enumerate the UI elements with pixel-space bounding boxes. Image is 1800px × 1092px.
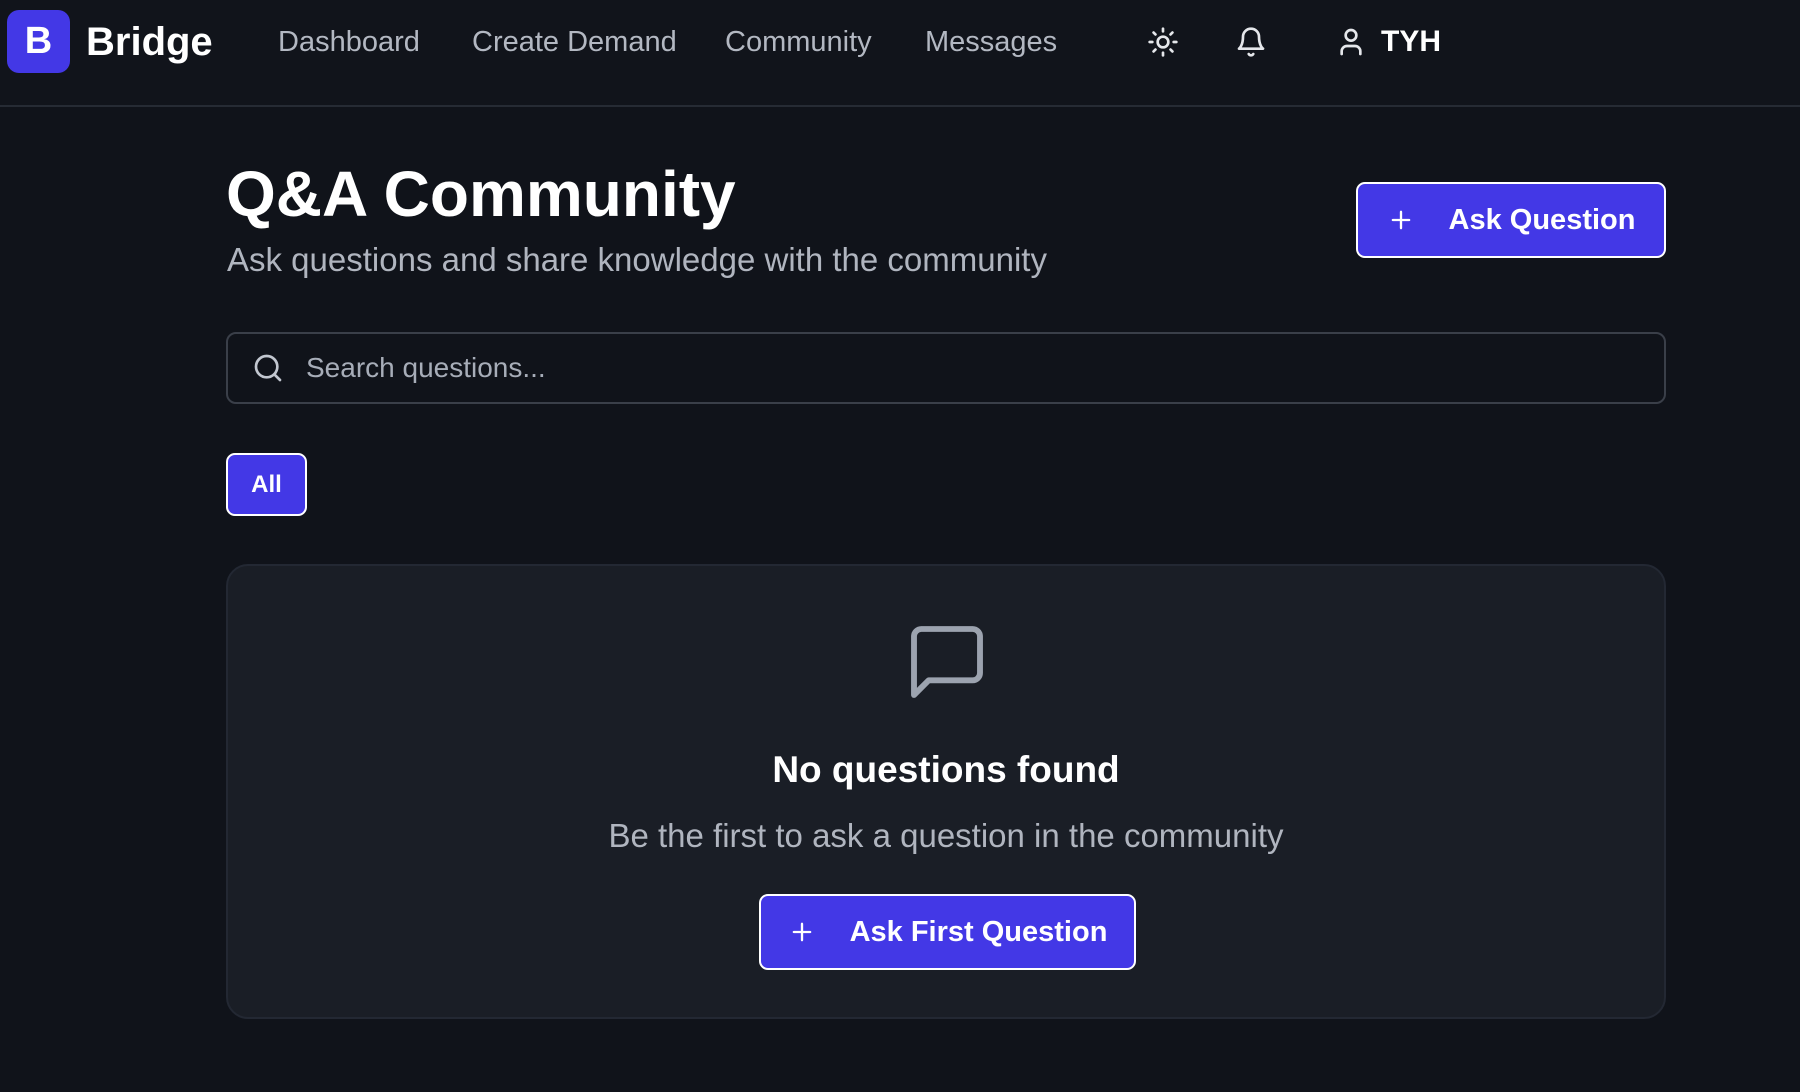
empty-state-card: No questions found Be the first to ask a…: [226, 564, 1666, 1019]
ask-first-question-label: Ask First Question: [849, 915, 1108, 948]
ask-question-label: Ask Question: [1448, 203, 1636, 236]
ask-first-question-button[interactable]: Ask First Question: [759, 894, 1136, 970]
filter-all[interactable]: All: [226, 453, 307, 516]
search-bar: [226, 332, 1666, 404]
nav-community[interactable]: Community: [725, 25, 872, 59]
theme-toggle-button[interactable]: [1143, 22, 1183, 62]
message-square-icon: [911, 626, 983, 698]
user-name: TYH: [1381, 25, 1441, 58]
notifications-button[interactable]: [1231, 22, 1271, 62]
bell-icon: [1237, 27, 1265, 57]
logo-letter: B: [24, 20, 53, 62]
nav-messages[interactable]: Messages: [925, 25, 1057, 59]
plus-icon: [788, 918, 816, 946]
top-navigation-bar: B Bridge Dashboard Create Demand Communi…: [0, 0, 1800, 107]
logo[interactable]: B: [7, 10, 70, 73]
nav-dashboard[interactable]: Dashboard: [278, 25, 420, 59]
ask-question-button[interactable]: Ask Question: [1356, 182, 1666, 258]
page-subtitle: Ask questions and share knowledge with t…: [227, 241, 1047, 278]
brand-name[interactable]: Bridge: [86, 19, 213, 65]
empty-state-message: Be the first to ask a question in the co…: [608, 817, 1284, 854]
nav-create-demand[interactable]: Create Demand: [472, 25, 677, 59]
search-icon: [252, 352, 284, 384]
filter-all-label: All: [251, 470, 282, 498]
user-menu[interactable]: TYH: [1335, 20, 1441, 64]
sun-icon: [1148, 27, 1178, 57]
user-icon: [1340, 28, 1362, 56]
plus-icon: [1387, 206, 1415, 234]
search-input[interactable]: [306, 338, 1664, 398]
page-title: Q&A Community: [226, 158, 736, 230]
empty-state-title: No questions found: [772, 749, 1120, 790]
